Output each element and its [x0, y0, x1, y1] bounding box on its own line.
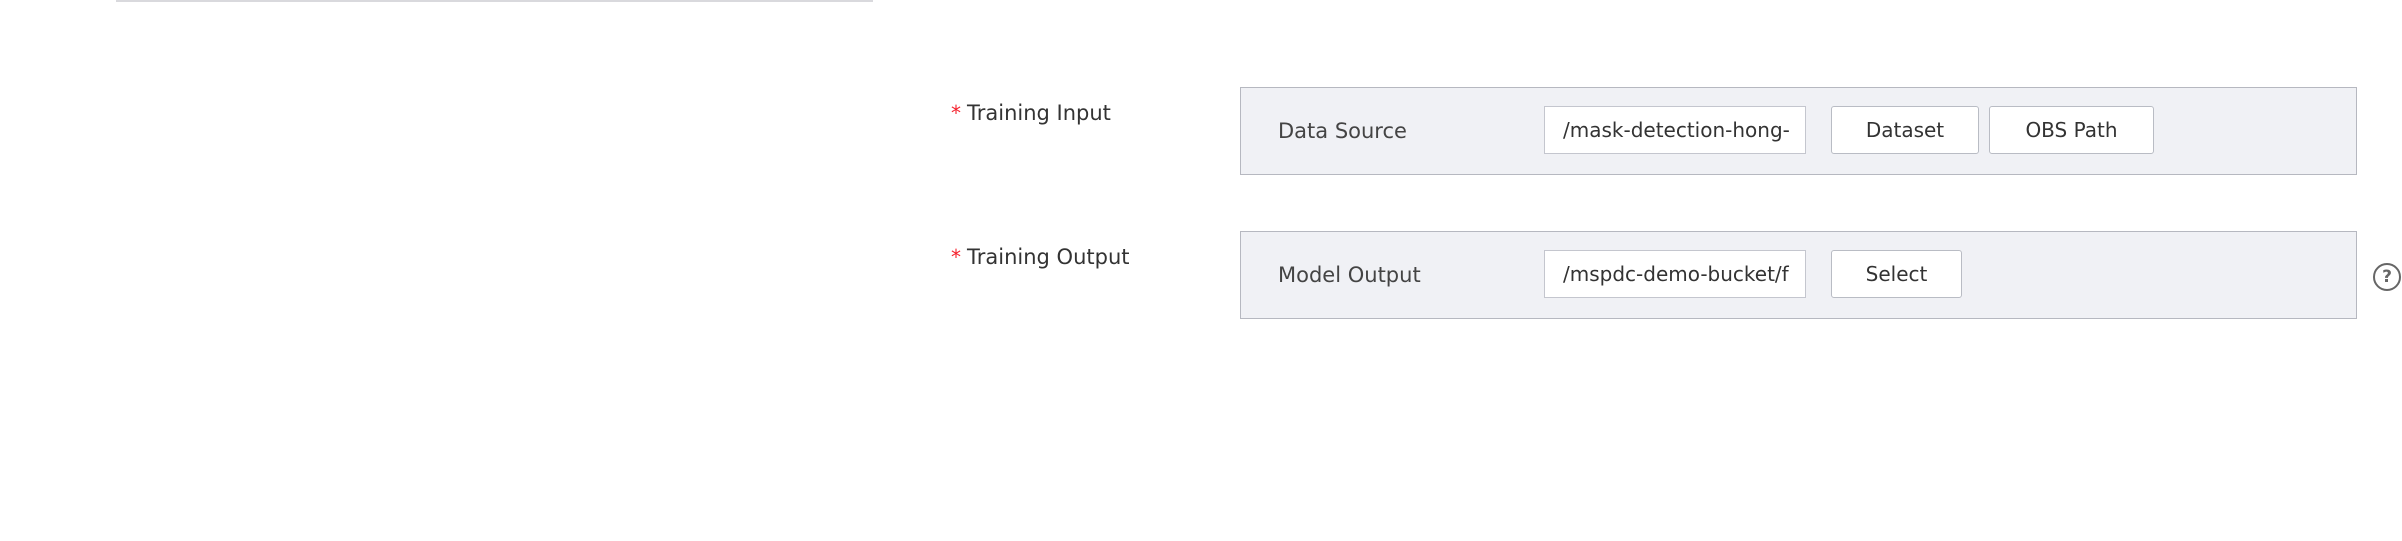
data-source-label: Data Source [1278, 119, 1407, 143]
training-input-label-text: Training Input [967, 101, 1111, 125]
training-output-label-text: Training Output [967, 245, 1130, 269]
required-marker: * [951, 101, 961, 125]
training-input-label: * Training Input [951, 101, 1111, 125]
data-source-path-field[interactable]: /mask-detection-hong- [1544, 106, 1806, 154]
dataset-button[interactable]: Dataset [1831, 106, 1979, 154]
training-input-panel: Data Source /mask-detection-hong- Datase… [1240, 87, 2357, 175]
model-output-label: Model Output [1278, 263, 1421, 287]
required-marker: * [951, 245, 961, 269]
training-input-row: * Training Input Data Source /mask-detect… [951, 87, 2371, 179]
training-output-panel: Model Output /mspdc-demo-bucket/f Select [1240, 231, 2357, 319]
obs-path-button[interactable]: OBS Path [1989, 106, 2154, 154]
training-output-label: * Training Output [951, 245, 1129, 269]
top-divider [116, 0, 873, 2]
model-output-path-field[interactable]: /mspdc-demo-bucket/f [1544, 250, 1806, 298]
training-output-row: * Training Output Model Output /mspdc-dem… [951, 231, 2401, 323]
select-button[interactable]: Select [1831, 250, 1962, 298]
question-circle-icon[interactable]: ? [2373, 263, 2401, 291]
training-form-page: * Training Input Data Source /mask-detect… [0, 0, 2402, 541]
